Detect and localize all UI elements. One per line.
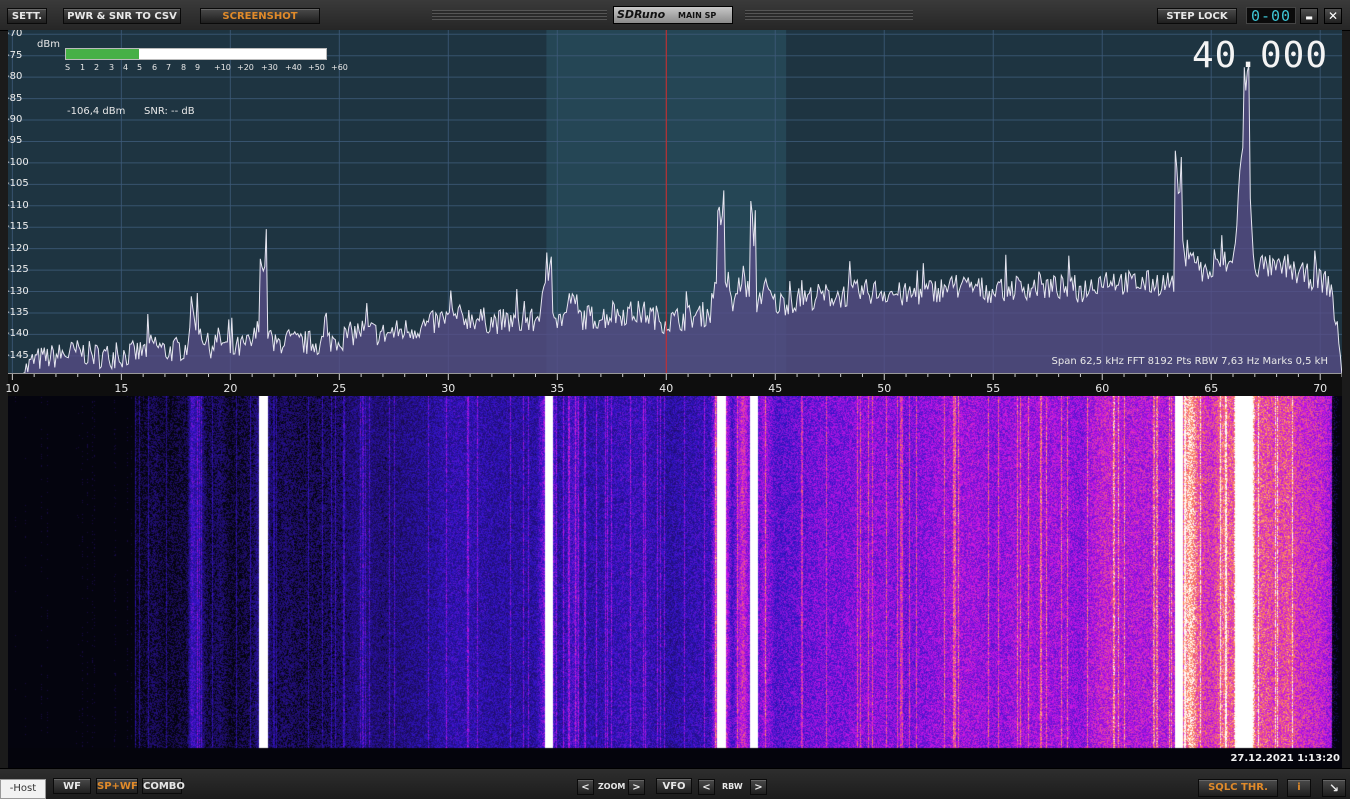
x-tick-label: 25 [332, 382, 347, 395]
level-readout: -106,4 dBm [67, 106, 126, 117]
combo-mode-button[interactable]: COMBO [142, 778, 185, 794]
chevron-left-icon: < [702, 782, 711, 793]
y-tick-label: -120 [8, 242, 29, 254]
y-tick-label: -85 [8, 92, 23, 104]
s-meter-scale-label: S [65, 63, 71, 72]
x-tick-label: 10 [5, 382, 20, 395]
drag-grip-right[interactable] [745, 10, 913, 20]
y-tick-label: -130 [8, 285, 29, 297]
x-tick-label: 30 [441, 382, 456, 395]
step-lock-button[interactable]: STEP LOCK [1157, 8, 1237, 24]
resize-button[interactable]: ↘ [1322, 779, 1346, 797]
drag-grip-left[interactable] [432, 10, 607, 20]
minimize-button[interactable]: ▬ [1300, 8, 1318, 24]
minimize-icon: ▬ [1305, 13, 1313, 22]
chevron-right-icon: > [632, 782, 641, 793]
top-toolbar: SETT. PWR & SNR TO CSV SCREENSHOT SDRuno… [0, 0, 1350, 31]
s-meter-bar [65, 48, 327, 60]
rbw-decrease-button[interactable]: < [698, 779, 715, 795]
sp-wf-mode-button[interactable]: SP+WF [96, 778, 138, 794]
close-button[interactable]: ✕ [1324, 8, 1342, 24]
zoom-out-button[interactable]: < [577, 779, 594, 795]
x-tick-label: 55 [986, 382, 1001, 395]
spectrum-plot [8, 30, 1342, 373]
s-meter-scale-label: 8 [181, 63, 187, 72]
frequency-axis-ticks [11, 374, 1342, 380]
y-tick-label: -100 [8, 156, 29, 168]
x-tick-label: 40 [659, 382, 674, 395]
x-tick-label: 45 [768, 382, 783, 395]
s-meter-scale-label: 9 [195, 63, 201, 72]
screenshot-button[interactable]: SCREENSHOT [200, 8, 320, 24]
y-tick-label: -145 [8, 349, 29, 361]
x-tick-label: 35 [550, 382, 565, 395]
zoom-in-button[interactable]: > [628, 779, 645, 795]
zoom-label: ZOOM [598, 782, 626, 791]
s-meter-scale-label: +40 [285, 63, 302, 72]
waterfall-canvas [8, 396, 1342, 768]
vfo-button[interactable]: VFO [656, 778, 692, 794]
waterfall-display[interactable]: 27.12.2021 1:13:20 [8, 396, 1342, 768]
app-logo: SDRuno [617, 8, 666, 21]
s-meter-scale-label: 6 [152, 63, 158, 72]
spectrum-info-line: Span 62,5 kHz FFT 8192 Pts RBW 7,63 Hz M… [1051, 356, 1328, 367]
rbw-increase-button[interactable]: > [750, 779, 767, 795]
s-meter-scale-label: +30 [261, 63, 278, 72]
chevron-right-icon: > [754, 782, 763, 793]
x-tick-label: 65 [1204, 382, 1219, 395]
info-icon: i [1297, 782, 1301, 793]
rbw-label: RBW [722, 782, 743, 791]
close-icon: ✕ [1327, 9, 1339, 23]
y-tick-label: -80 [8, 71, 23, 83]
y-tick-label: -95 [8, 135, 23, 147]
waterfall-timestamp: 27.12.2021 1:13:20 [1230, 753, 1340, 764]
host-tooltip: -Host [0, 779, 46, 799]
dbm-unit-label: dBm [37, 39, 60, 50]
y-tick-label: -70 [8, 30, 23, 40]
y-tick-label: -75 [8, 49, 23, 61]
x-tick-label: 60 [1095, 382, 1110, 395]
s-meter-scale-label: 5 [137, 63, 143, 72]
y-tick-label: -105 [8, 178, 29, 190]
wf-mode-button[interactable]: WF [53, 778, 91, 794]
y-tick-label: -115 [8, 221, 29, 233]
y-tick-label: -125 [8, 264, 29, 276]
sqlc-threshold-button[interactable]: SQLC THR. [1198, 779, 1278, 797]
x-tick-label: 50 [877, 382, 892, 395]
s-meter-scale-label: +50 [308, 63, 325, 72]
resize-icon: ↘ [1328, 781, 1340, 795]
window-title-tab[interactable]: SDRuno MAIN SP [613, 6, 733, 24]
s-meter-scale-label: +60 [331, 63, 348, 72]
info-button[interactable]: i [1287, 779, 1311, 797]
frequency-axis[interactable]: 10 15 20 25 30 35 40 45 50 55 60 65 70 [5, 373, 1342, 396]
s-meter-scale-label: 1 [80, 63, 86, 72]
s-meter-scale-label: 7 [166, 63, 172, 72]
s-meter-scale-label: 4 [123, 63, 129, 72]
s-meter-scale-label: +20 [237, 63, 254, 72]
pwr-snr-to-csv-button[interactable]: PWR & SNR TO CSV [63, 8, 181, 24]
s-meter-scale-label: 3 [109, 63, 115, 72]
settings-button[interactable]: SETT. [7, 8, 47, 24]
s-meter-fill [66, 49, 139, 59]
window-name: MAIN SP [678, 11, 717, 20]
y-tick-label: -110 [8, 199, 29, 211]
spectrum-display[interactable]: -70 -75 -80 -85 -90 -95 -100 -105 -110 -115 -120 -1… [8, 30, 1342, 373]
y-tick-label: -90 [8, 114, 23, 126]
x-tick-label: 70 [1313, 382, 1328, 395]
frequency-display[interactable]: 40.000 [1192, 36, 1328, 76]
s-meter-scale-label: +10 [214, 63, 231, 72]
y-tick-label: -140 [8, 328, 29, 340]
y-tick-label: -135 [8, 306, 29, 318]
lcd-indicator: 0-00 [1246, 7, 1296, 24]
s-meter-scale-label: 2 [94, 63, 100, 72]
x-tick-label: 15 [114, 382, 129, 395]
bottom-toolbar: -Host WF SP+WF COMBO < ZOOM > VFO < RBW … [0, 768, 1350, 799]
chevron-left-icon: < [581, 782, 590, 793]
x-tick-label: 20 [223, 382, 238, 395]
snr-readout: SNR: -- dB [144, 106, 195, 117]
